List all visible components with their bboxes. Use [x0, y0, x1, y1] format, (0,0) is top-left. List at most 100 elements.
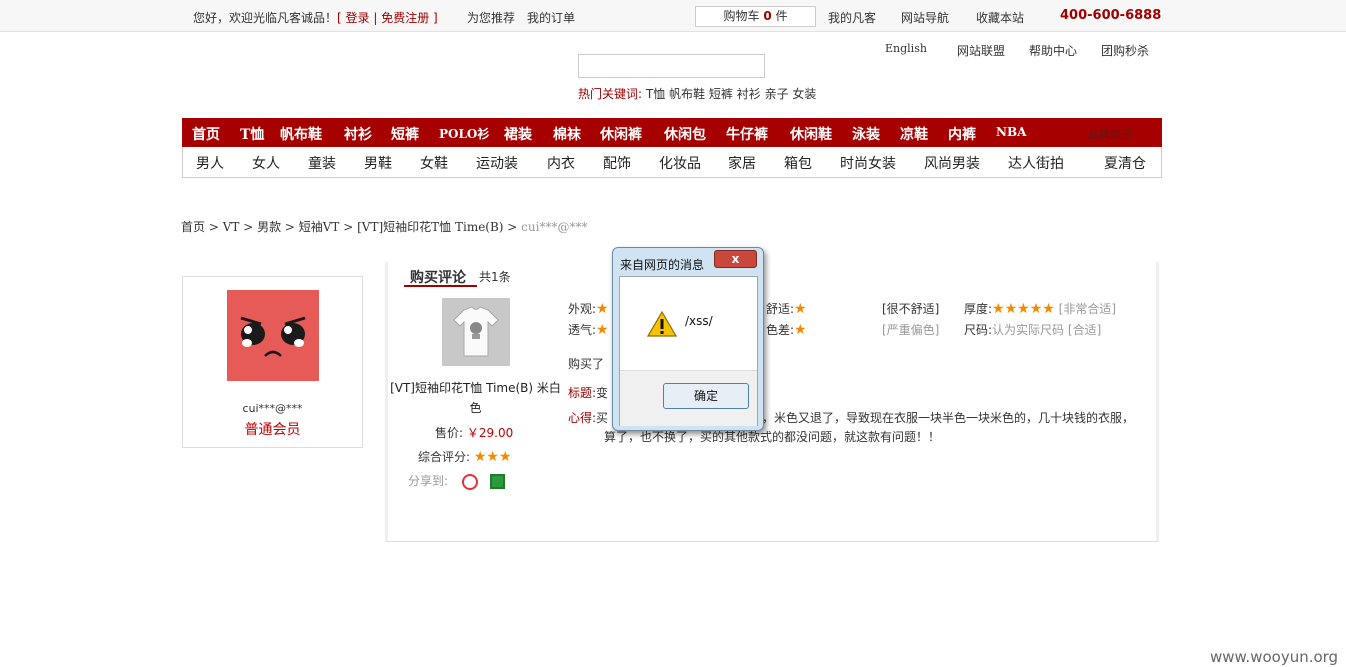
main-category-nav: 首页 T恤 帆布鞋 衬衫 短裤 POLO衫 裙装 棉袜 休闲裤 休闲包 牛仔裤 …	[182, 118, 1162, 147]
nav-item[interactable]: T恤	[240, 124, 264, 144]
product-image[interactable]	[442, 298, 510, 366]
breadcrumb-item[interactable]: 首页	[181, 220, 205, 234]
overall-rating: 综合评分: ★★★	[418, 449, 512, 465]
top-bar: 您好，欢迎光临凡客诚品！[ 登录 | 免费注册 ] 为您推荐 我的订单 购物车 …	[0, 0, 1346, 32]
dialog-footer: 确定	[620, 370, 757, 426]
star-icon: ★	[596, 322, 609, 338]
hot-keyword[interactable]: 短裤	[709, 87, 733, 101]
attr-color: 色差:★	[766, 322, 807, 338]
review-count: 共1条	[479, 270, 511, 284]
star-icon: ★★★	[473, 449, 512, 465]
nav-item-brand[interactable]: 品牌频道	[1088, 126, 1132, 142]
subnav-item[interactable]: 女人	[252, 153, 280, 173]
cart-button[interactable]: 购物车 0 件	[695, 6, 816, 27]
weibo-icon[interactable]	[461, 473, 478, 490]
bracket-close: ]	[429, 11, 438, 25]
share-bar: 分享到:	[408, 472, 505, 490]
group-buy-link[interactable]: 团购秒杀	[1101, 42, 1149, 59]
nav-item[interactable]: 牛仔裤	[726, 124, 768, 144]
attr-size: 尺码:认为实际尺码 [合适]	[964, 323, 1102, 337]
ok-button[interactable]: 确定	[663, 383, 749, 409]
avatar	[227, 290, 319, 381]
hot-keyword[interactable]: 帆布鞋	[669, 87, 705, 101]
bracket-open: [	[337, 11, 346, 25]
separator: |	[369, 11, 382, 25]
breadcrumb-item[interactable]: 短袖VT	[299, 220, 340, 234]
site-nav-link[interactable]: 网站导航	[901, 9, 949, 26]
affiliate-link[interactable]: 网站联盟	[957, 42, 1005, 59]
nav-item[interactable]: 凉鞋	[900, 124, 928, 144]
login-link[interactable]: 登录	[346, 11, 370, 25]
alert-dialog: 来自网页的消息 x /xss/ 确定	[612, 247, 764, 431]
dialog-message: /xss/	[685, 314, 713, 328]
subnav-item[interactable]: 化妆品	[659, 153, 701, 173]
nav-item[interactable]: 短裤	[391, 124, 419, 144]
hot-keyword[interactable]: 女装	[792, 87, 816, 101]
breadcrumb-item[interactable]: 男款	[257, 220, 281, 234]
nav-item[interactable]: 泳装	[852, 124, 880, 144]
watermark: www.wooyun.org	[1210, 648, 1339, 666]
hot-keyword[interactable]: 亲子	[765, 87, 789, 101]
subnav-item[interactable]: 配饰	[603, 153, 631, 173]
attr-breath: 透气:★	[568, 322, 609, 338]
sub-category-nav: 男人 女人 童装 男鞋 女鞋 运动装 内衣 配饰 化妆品 家居 箱包 时尚女装 …	[182, 147, 1162, 178]
nav-item[interactable]: 休闲鞋	[790, 124, 832, 144]
subnav-item[interactable]: 男鞋	[364, 153, 392, 173]
attr-comfort: 舒适:★	[766, 301, 807, 317]
attr-thickness: 厚度:★★★★★ [非常合适]	[964, 301, 1117, 317]
user-level: 普通会员	[244, 422, 301, 438]
subnav-item[interactable]: 夏清仓	[1104, 153, 1146, 173]
breadcrumb-item[interactable]: [VT]短袖印花T恤 Time(B)	[357, 220, 503, 234]
subnav-item[interactable]: 运动装	[476, 153, 518, 173]
nav-item[interactable]: POLO衫	[439, 125, 489, 142]
subnav-item[interactable]: 家居	[728, 153, 756, 173]
nav-item[interactable]: 休闲包	[664, 124, 706, 144]
review-panel: 购买评论 共1条 [VT]短袖印花T恤 Time(B) 米白色 售价: ￥29.…	[385, 262, 1159, 542]
nav-item[interactable]: 帆布鞋	[280, 124, 322, 144]
dialog-title: 来自网页的消息	[620, 258, 705, 272]
recommend-link[interactable]: 为您推荐	[467, 9, 515, 26]
hot-keyword[interactable]: T恤	[646, 87, 665, 101]
register-link[interactable]: 免费注册	[381, 11, 429, 25]
subnav-item[interactable]: 男人	[196, 153, 224, 173]
crying-face-icon	[240, 316, 306, 357]
breadcrumb: 首页 > VT > 男款 > 短袖VT > [VT]短袖印花T恤 Time(B)…	[181, 220, 588, 234]
subnav-item[interactable]: 童装	[308, 153, 336, 173]
nav-item[interactable]: 衬衫	[344, 124, 372, 144]
breadcrumb-item[interactable]: VT	[223, 220, 240, 234]
cart-count: 0	[763, 9, 772, 23]
subnav-item[interactable]: 时尚女装	[840, 153, 896, 173]
tab-underline	[404, 285, 477, 287]
my-orders-link[interactable]: 我的订单	[527, 9, 575, 26]
subnav-item[interactable]: 达人街拍	[1008, 153, 1064, 173]
review-content-label: 心得:买	[568, 411, 609, 425]
product-name-link[interactable]: [VT]短袖印花T恤 Time(B) 米白色	[388, 378, 563, 418]
review-content-line1: ，米色又退了，导致现在衣服一块半色一块米色的，几十块钱的衣服，	[762, 411, 1135, 425]
welcome-message: 您好，欢迎光临凡客诚品！[ 登录 | 免费注册 ]	[193, 11, 438, 25]
breadcrumb-current: cui***@***	[521, 220, 588, 234]
star-icon: ★	[794, 322, 807, 338]
nav-item[interactable]: 休闲裤	[600, 124, 642, 144]
subnav-item[interactable]: 风尚男装	[924, 153, 980, 173]
subnav-item[interactable]: 内衣	[547, 153, 575, 173]
subnav-item[interactable]: 女鞋	[420, 153, 448, 173]
dialog-close-button[interactable]: x	[714, 250, 757, 268]
nav-item[interactable]: 内裤	[948, 124, 976, 144]
star-icon: ★	[596, 301, 609, 317]
english-link[interactable]: English	[885, 42, 927, 55]
my-vancl-link[interactable]: 我的凡客	[828, 9, 876, 26]
user-card: cui***@*** 普通会员	[182, 276, 363, 448]
subnav-item[interactable]: 箱包	[784, 153, 812, 173]
hot-keyword[interactable]: 衬衫	[737, 87, 761, 101]
review-tab[interactable]: 购买评论	[410, 267, 466, 287]
favorite-link[interactable]: 收藏本站	[976, 9, 1024, 26]
nav-item-home[interactable]: 首页	[192, 124, 220, 144]
douban-icon[interactable]	[489, 474, 505, 489]
nav-item[interactable]: 棉袜	[553, 124, 581, 144]
product-price: 售价: ￥29.00	[435, 426, 514, 440]
tshirt-icon	[453, 306, 499, 357]
help-center-link[interactable]: 帮助中心	[1029, 42, 1077, 59]
nav-item[interactable]: 裙装	[504, 124, 532, 144]
search-input[interactable]	[578, 54, 765, 78]
nav-item[interactable]: NBA	[996, 125, 1026, 139]
